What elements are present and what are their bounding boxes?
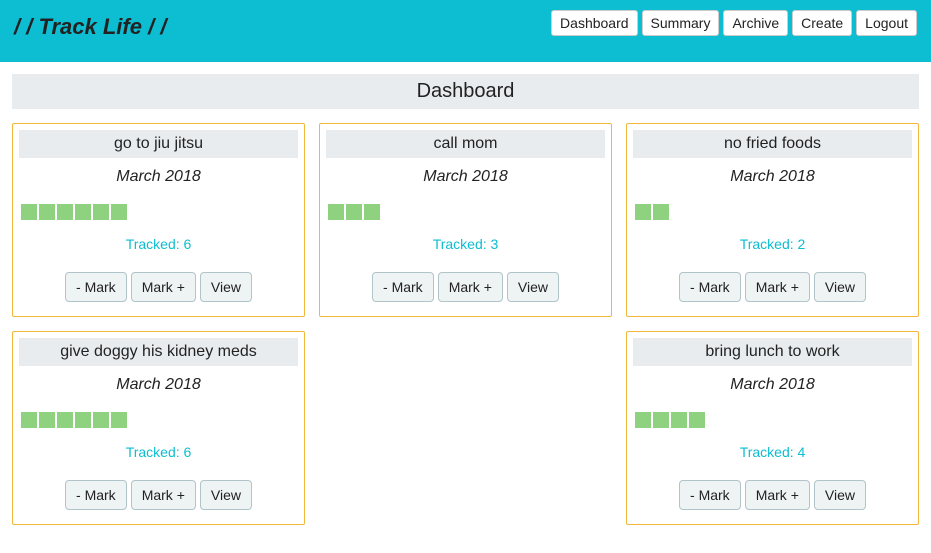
progress-dots — [633, 412, 912, 430]
habit-title: give doggy his kidney meds — [19, 338, 298, 366]
habit-card: no fried foods March 2018 Tracked: 2 - M… — [626, 123, 919, 317]
minus-mark-button[interactable]: - Mark — [679, 480, 741, 510]
card-grid: go to jiu jitsu March 2018 Tracked: 6 - … — [0, 109, 931, 539]
nav-summary-button[interactable]: Summary — [642, 10, 720, 36]
habit-month: March 2018 — [633, 168, 912, 186]
habit-title: call mom — [326, 130, 605, 158]
card-actions: - Mark Mark + View — [19, 480, 298, 510]
view-button[interactable]: View — [814, 272, 866, 302]
tracked-count: Tracked: 3 — [326, 236, 605, 252]
progress-dot — [328, 204, 344, 220]
progress-dot — [57, 412, 73, 428]
habit-title: go to jiu jitsu — [19, 130, 298, 158]
brand-title: / / Track Life / / — [14, 10, 166, 40]
nav-dashboard-button[interactable]: Dashboard — [551, 10, 638, 36]
progress-dot — [671, 412, 687, 428]
progress-dot — [21, 204, 37, 220]
nav-create-button[interactable]: Create — [792, 10, 852, 36]
progress-dots — [19, 204, 298, 222]
habit-card: bring lunch to work March 2018 Tracked: … — [626, 331, 919, 525]
progress-dot — [346, 204, 362, 220]
progress-dot — [635, 412, 651, 428]
progress-dot — [635, 204, 651, 220]
progress-dot — [39, 204, 55, 220]
card-actions: - Mark Mark + View — [633, 272, 912, 302]
progress-dot — [21, 412, 37, 428]
progress-dot — [93, 204, 109, 220]
habit-month: March 2018 — [19, 168, 298, 186]
habit-month: March 2018 — [633, 376, 912, 394]
habit-title: no fried foods — [633, 130, 912, 158]
minus-mark-button[interactable]: - Mark — [65, 272, 127, 302]
tracked-count: Tracked: 6 — [19, 236, 298, 252]
progress-dot — [39, 412, 55, 428]
empty-slot — [319, 331, 612, 525]
plus-mark-button[interactable]: Mark + — [131, 272, 196, 302]
plus-mark-button[interactable]: Mark + — [745, 480, 810, 510]
view-button[interactable]: View — [507, 272, 559, 302]
nav-bar: Dashboard Summary Archive Create Logout — [551, 10, 917, 36]
progress-dot — [57, 204, 73, 220]
page-title-wrap: Dashboard — [0, 62, 931, 109]
plus-mark-button[interactable]: Mark + — [438, 272, 503, 302]
progress-dot — [111, 204, 127, 220]
habit-month: March 2018 — [19, 376, 298, 394]
plus-mark-button[interactable]: Mark + — [745, 272, 810, 302]
header-bar: / / Track Life / / Dashboard Summary Arc… — [0, 0, 931, 62]
card-actions: - Mark Mark + View — [19, 272, 298, 302]
progress-dot — [75, 204, 91, 220]
progress-dot — [364, 204, 380, 220]
view-button[interactable]: View — [814, 480, 866, 510]
minus-mark-button[interactable]: - Mark — [65, 480, 127, 510]
habit-card: go to jiu jitsu March 2018 Tracked: 6 - … — [12, 123, 305, 317]
tracked-count: Tracked: 4 — [633, 444, 912, 460]
view-button[interactable]: View — [200, 272, 252, 302]
habit-month: March 2018 — [326, 168, 605, 186]
card-actions: - Mark Mark + View — [633, 480, 912, 510]
minus-mark-button[interactable]: - Mark — [679, 272, 741, 302]
nav-logout-button[interactable]: Logout — [856, 10, 917, 36]
page-title: Dashboard — [12, 74, 919, 109]
progress-dot — [111, 412, 127, 428]
progress-dot — [93, 412, 109, 428]
tracked-count: Tracked: 2 — [633, 236, 912, 252]
tracked-count: Tracked: 6 — [19, 444, 298, 460]
habit-card: give doggy his kidney meds March 2018 Tr… — [12, 331, 305, 525]
progress-dot — [689, 412, 705, 428]
habit-title: bring lunch to work — [633, 338, 912, 366]
progress-dot — [653, 204, 669, 220]
progress-dots — [633, 204, 912, 222]
habit-card: call mom March 2018 Tracked: 3 - Mark Ma… — [319, 123, 612, 317]
card-actions: - Mark Mark + View — [326, 272, 605, 302]
progress-dot — [75, 412, 91, 428]
progress-dots — [19, 412, 298, 430]
nav-archive-button[interactable]: Archive — [723, 10, 788, 36]
progress-dots — [326, 204, 605, 222]
minus-mark-button[interactable]: - Mark — [372, 272, 434, 302]
view-button[interactable]: View — [200, 480, 252, 510]
progress-dot — [653, 412, 669, 428]
plus-mark-button[interactable]: Mark + — [131, 480, 196, 510]
